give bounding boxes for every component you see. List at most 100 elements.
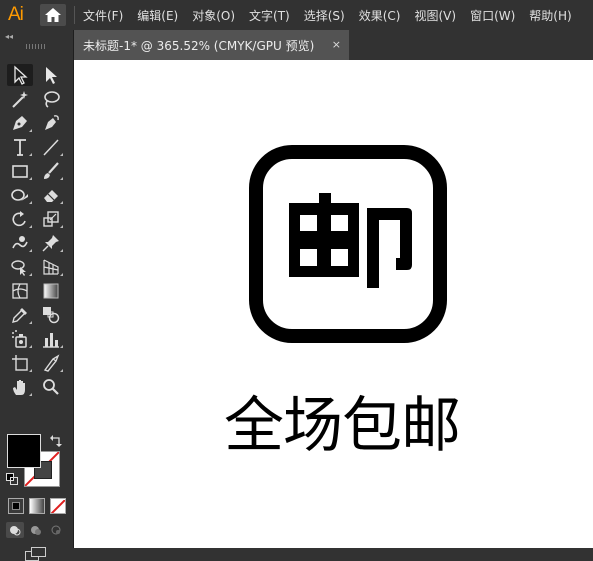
pen-tool[interactable] bbox=[7, 112, 33, 134]
artboard-canvas[interactable]: 全场包邮 bbox=[74, 60, 593, 548]
selection-tool[interactable] bbox=[7, 64, 33, 86]
rectangle-icon bbox=[12, 165, 28, 178]
curvature-pen-icon bbox=[45, 115, 59, 130]
free-shipping-headline[interactable]: 全场包邮 bbox=[224, 386, 461, 466]
menu-help[interactable]: 帮助(H) bbox=[529, 7, 571, 24]
menu-object[interactable]: 对象(O) bbox=[192, 7, 235, 24]
menu-effect[interactable]: 效果(C) bbox=[359, 7, 401, 24]
app-logo: Ai bbox=[8, 4, 24, 25]
pushpin-icon bbox=[42, 235, 59, 252]
menu-view[interactable]: 视图(V) bbox=[414, 7, 456, 24]
direct-selection-icon bbox=[46, 67, 57, 84]
screen-mode-icon[interactable] bbox=[25, 547, 47, 561]
tool-flyout-indicator bbox=[29, 321, 32, 324]
tool-flyout-indicator bbox=[29, 201, 32, 204]
shape-builder-tool[interactable] bbox=[7, 256, 33, 278]
type-tool[interactable] bbox=[7, 136, 33, 158]
column-graph-tool[interactable] bbox=[38, 328, 64, 350]
artboard-icon bbox=[12, 355, 28, 371]
tool-flyout-indicator bbox=[29, 153, 32, 156]
shaper-tool[interactable] bbox=[7, 184, 33, 206]
document-tab-bar: 未标题-1* @ 365.52% (CMYK/GPU 预览) × bbox=[74, 30, 593, 60]
scale-tool[interactable] bbox=[38, 208, 64, 230]
tool-flyout-indicator bbox=[60, 249, 63, 252]
lasso-icon bbox=[44, 91, 60, 108]
line-segment-tool[interactable] bbox=[38, 136, 64, 158]
tools-panel: ◂◂ bbox=[0, 30, 74, 561]
shape-builder-icon bbox=[11, 260, 26, 276]
mail-badge-graphic[interactable] bbox=[249, 145, 447, 343]
swap-fill-stroke-icon[interactable] bbox=[49, 434, 63, 448]
tool-flyout-indicator bbox=[60, 225, 63, 228]
tool-flyout-indicator bbox=[60, 273, 63, 276]
collapse-panel-icon[interactable]: ◂◂ bbox=[5, 32, 13, 41]
gradient-tool[interactable] bbox=[38, 280, 64, 302]
menu-separator bbox=[74, 6, 75, 24]
tool-flyout-indicator bbox=[29, 345, 32, 348]
line-segment-icon bbox=[43, 139, 59, 156]
tool-flyout-indicator bbox=[29, 273, 32, 276]
menu-items: 文件(F) 编辑(E) 对象(O) 文字(T) 选择(S) 效果(C) 视图(V… bbox=[83, 0, 586, 30]
hand-tool[interactable] bbox=[7, 376, 33, 398]
pen-nib-icon bbox=[13, 116, 27, 130]
home-icon bbox=[45, 8, 61, 22]
eyedropper-tool[interactable] bbox=[7, 304, 33, 326]
scale-icon bbox=[43, 211, 59, 227]
tool-flyout-indicator bbox=[60, 153, 63, 156]
zoom-tool[interactable] bbox=[38, 376, 64, 398]
gradient-icon bbox=[43, 283, 59, 299]
tool-flyout-indicator bbox=[29, 129, 32, 132]
paintbrush-icon bbox=[44, 162, 59, 179]
curvature-tool[interactable] bbox=[38, 112, 64, 134]
eyedropper-icon bbox=[12, 308, 27, 323]
magic-wand-icon bbox=[12, 91, 28, 108]
gradient-mode-button[interactable] bbox=[29, 498, 45, 514]
warp-icon bbox=[12, 236, 28, 249]
shaper-icon bbox=[11, 189, 28, 201]
color-mode-button[interactable] bbox=[8, 498, 24, 514]
fill-color-swatch[interactable] bbox=[7, 434, 41, 468]
zoom-magnifier-icon bbox=[43, 379, 59, 395]
menu-edit[interactable]: 编辑(E) bbox=[137, 7, 178, 24]
blend-tool[interactable] bbox=[38, 304, 64, 326]
symbol-sprayer-tool[interactable] bbox=[7, 328, 33, 350]
direct-selection-tool[interactable] bbox=[38, 64, 64, 86]
eraser-icon bbox=[44, 190, 58, 202]
lasso-tool[interactable] bbox=[38, 88, 64, 110]
tool-flyout-indicator bbox=[60, 345, 63, 348]
magic-wand-tool[interactable] bbox=[7, 88, 33, 110]
menu-file[interactable]: 文件(F) bbox=[83, 7, 123, 24]
slice-tool[interactable] bbox=[38, 352, 64, 374]
default-fill-stroke-icon[interactable] bbox=[6, 473, 18, 485]
tool-flyout-indicator bbox=[29, 225, 32, 228]
mesh-tool[interactable] bbox=[7, 280, 33, 302]
warp-tool[interactable] bbox=[7, 232, 33, 254]
mesh-icon bbox=[12, 283, 28, 299]
document-tab[interactable]: 未标题-1* @ 365.52% (CMYK/GPU 预览) × bbox=[74, 30, 349, 60]
type-t-icon bbox=[14, 139, 26, 156]
puppet-warp-tool[interactable] bbox=[38, 232, 64, 254]
panel-grip[interactable] bbox=[26, 44, 46, 49]
close-tab-icon[interactable]: × bbox=[332, 38, 341, 51]
rectangle-tool[interactable] bbox=[7, 160, 33, 182]
rotate-tool[interactable] bbox=[7, 208, 33, 230]
eraser-tool[interactable] bbox=[38, 184, 64, 206]
home-button[interactable] bbox=[40, 4, 66, 26]
menu-type[interactable]: 文字(T) bbox=[249, 7, 290, 24]
rotate-icon bbox=[12, 211, 26, 227]
none-mode-button[interactable] bbox=[50, 498, 66, 514]
artboard-tool[interactable] bbox=[7, 352, 33, 374]
tool-flyout-indicator bbox=[60, 369, 63, 372]
paintbrush-tool[interactable] bbox=[38, 160, 64, 182]
drawing-modes[interactable] bbox=[6, 522, 68, 538]
perspective-grid-tool[interactable] bbox=[38, 256, 64, 278]
selection-arrow-icon bbox=[14, 65, 28, 85]
slice-knife-icon bbox=[43, 354, 60, 372]
tool-flyout-indicator bbox=[60, 177, 63, 180]
perspective-grid-icon bbox=[43, 259, 59, 275]
menu-select[interactable]: 选择(S) bbox=[304, 7, 345, 24]
menu-window[interactable]: 窗口(W) bbox=[470, 7, 515, 24]
symbol-sprayer-icon bbox=[12, 330, 27, 348]
tool-flyout-indicator bbox=[29, 249, 32, 252]
document-tab-title: 未标题-1* @ 365.52% (CMYK/GPU 预览) bbox=[83, 38, 315, 53]
